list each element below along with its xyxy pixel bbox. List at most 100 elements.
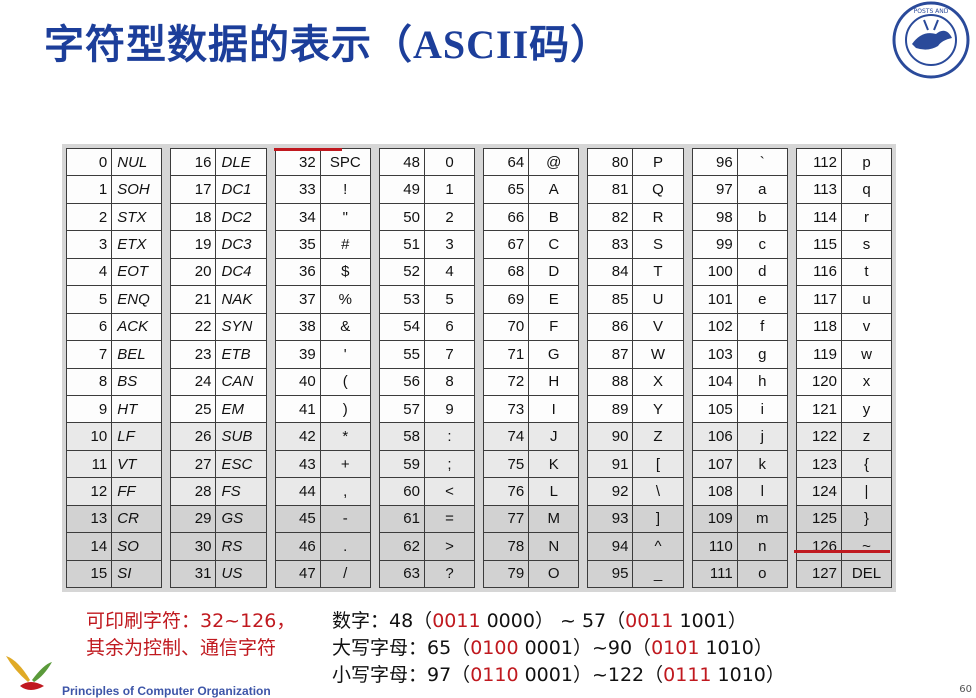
ascii-row: 30 RS xyxy=(170,533,267,561)
ascii-code: 80 xyxy=(588,149,634,176)
ascii-code: 106 xyxy=(693,423,738,450)
ascii-row: 113 q xyxy=(795,176,892,204)
ascii-code: 20 xyxy=(171,258,217,286)
ascii-char: NUL xyxy=(117,153,148,171)
ascii-row: 77 M xyxy=(483,505,580,534)
ascii-row: 59; xyxy=(378,450,475,479)
ascii-row: 35 # xyxy=(274,231,371,259)
ascii-char: N xyxy=(548,537,560,555)
ascii-char: 6 xyxy=(445,318,454,336)
ascii-row: 92 \ xyxy=(587,478,684,506)
ascii-code: 65 xyxy=(484,176,530,203)
highlight-line-spc xyxy=(274,148,342,151)
ascii-code: 13 xyxy=(67,505,113,533)
ascii-char: V xyxy=(652,318,663,336)
ascii-char: EOT xyxy=(117,263,149,281)
ascii-code: 114 xyxy=(797,203,842,231)
ascii-row: 79 O xyxy=(483,560,580,588)
ascii-row: 37% xyxy=(274,286,371,314)
ascii-row: 4 EOT xyxy=(66,258,163,287)
ascii-char: < xyxy=(445,482,454,500)
ascii-row: 95 _ xyxy=(587,560,684,588)
note-segment: 0111 xyxy=(663,664,712,686)
ascii-row: 127 DEL xyxy=(795,560,892,588)
ascii-code: 26 xyxy=(171,423,217,450)
ascii-char: / xyxy=(343,565,348,583)
ascii-column: 64 @65 A 66 B 67 C 68 D 69 E 70 F 71 G 72 H 73 I 74 J 75 K 76 L 7… xyxy=(483,148,580,588)
ascii-code: 85 xyxy=(588,286,634,313)
ascii-char: J xyxy=(549,428,558,446)
ascii-code: 25 xyxy=(171,395,217,423)
ascii-code: 52 xyxy=(380,258,425,286)
ascii-code: 92 xyxy=(588,478,634,505)
ascii-code: 66 xyxy=(484,203,530,231)
ascii-char: L xyxy=(549,482,558,500)
ascii-code: 18 xyxy=(171,203,217,231)
note-segment: ~90（ xyxy=(591,637,652,659)
ascii-char: v xyxy=(862,318,871,336)
note-printable-range: 可印刷字符：32~126， xyxy=(86,610,296,632)
ascii-row: 22 SYN xyxy=(170,313,267,342)
ascii-code: 44 xyxy=(276,478,321,505)
ascii-code: 110 xyxy=(693,533,738,560)
ascii-char: { xyxy=(863,455,869,473)
note-segment: 小写字母：97（ xyxy=(332,664,471,686)
ascii-char: GS xyxy=(221,510,244,528)
ascii-code: 69 xyxy=(484,286,530,313)
ascii-char: $ xyxy=(341,263,350,281)
ascii-char: W xyxy=(650,345,666,363)
note-segment: 0011 xyxy=(432,610,481,632)
ascii-char: X xyxy=(652,373,663,391)
ascii-row: 21 NAK xyxy=(170,286,267,314)
ascii-code: 78 xyxy=(484,533,530,560)
ascii-column: 32 SPC 33! 34 " 35 #36 $37% 38 & 39 ' 40(41) 42 * 43 +44… xyxy=(274,148,371,588)
ascii-char: R xyxy=(652,208,664,226)
ascii-row: 31 US xyxy=(170,560,267,588)
ascii-char: e xyxy=(758,290,767,308)
ascii-char: , xyxy=(343,482,348,500)
ascii-char: LF xyxy=(117,428,135,446)
ascii-char: = xyxy=(445,510,454,528)
ascii-row: 42 * xyxy=(274,423,371,451)
ascii-code: 109 xyxy=(693,505,738,533)
ascii-row: 109 m xyxy=(691,505,788,534)
ascii-char: f xyxy=(760,318,765,336)
note-segment: 0001） xyxy=(518,637,592,659)
ascii-row: 93] xyxy=(587,505,684,534)
ascii-row: 29 GS xyxy=(170,505,267,534)
ascii-char: g xyxy=(758,345,767,363)
ascii-char: 7 xyxy=(445,345,454,363)
svg-text:POSTS AND: POSTS AND xyxy=(914,8,949,15)
ascii-code: 88 xyxy=(588,368,634,395)
ascii-code: 27 xyxy=(171,450,217,478)
ascii-code: 71 xyxy=(484,341,530,368)
ascii-char: SPC xyxy=(329,153,361,171)
ascii-row: 107 k xyxy=(691,450,788,479)
ascii-row: 106 j xyxy=(691,423,788,451)
ascii-code: 10 xyxy=(67,423,113,450)
ascii-code: 0 xyxy=(67,149,113,176)
ascii-char: SOH xyxy=(117,181,150,199)
ascii-char: " xyxy=(342,208,348,226)
ascii-code: 87 xyxy=(588,341,634,368)
ascii-code: 64 xyxy=(484,149,530,176)
ascii-code: 45 xyxy=(276,505,321,533)
ascii-char: 5 xyxy=(445,290,454,308)
ascii-code: 50 xyxy=(380,203,425,231)
ascii-char: t xyxy=(864,263,869,281)
note-segment: ~122（ xyxy=(591,664,664,686)
ascii-code: 40 xyxy=(276,368,321,395)
ascii-row: 26 SUB xyxy=(170,423,267,451)
ascii-column: 112 p 113 q 114 r 115 s 116 t 117 u 118 v 119 w 120 x 121 y… xyxy=(795,148,892,588)
ascii-row: 102 f xyxy=(691,313,788,342)
ascii-row: 67 C xyxy=(483,231,580,259)
ascii-row: 52 4 xyxy=(378,258,475,287)
ascii-char: A xyxy=(548,181,559,199)
ascii-row: 64 @ xyxy=(483,148,580,177)
ascii-code: 30 xyxy=(171,533,217,560)
ascii-code: 70 xyxy=(484,313,530,341)
ascii-row: 1 SOH xyxy=(66,176,163,204)
ascii-row: 9 HT xyxy=(66,395,163,424)
ascii-char: DC3 xyxy=(221,236,252,254)
ascii-char: b xyxy=(758,208,767,226)
